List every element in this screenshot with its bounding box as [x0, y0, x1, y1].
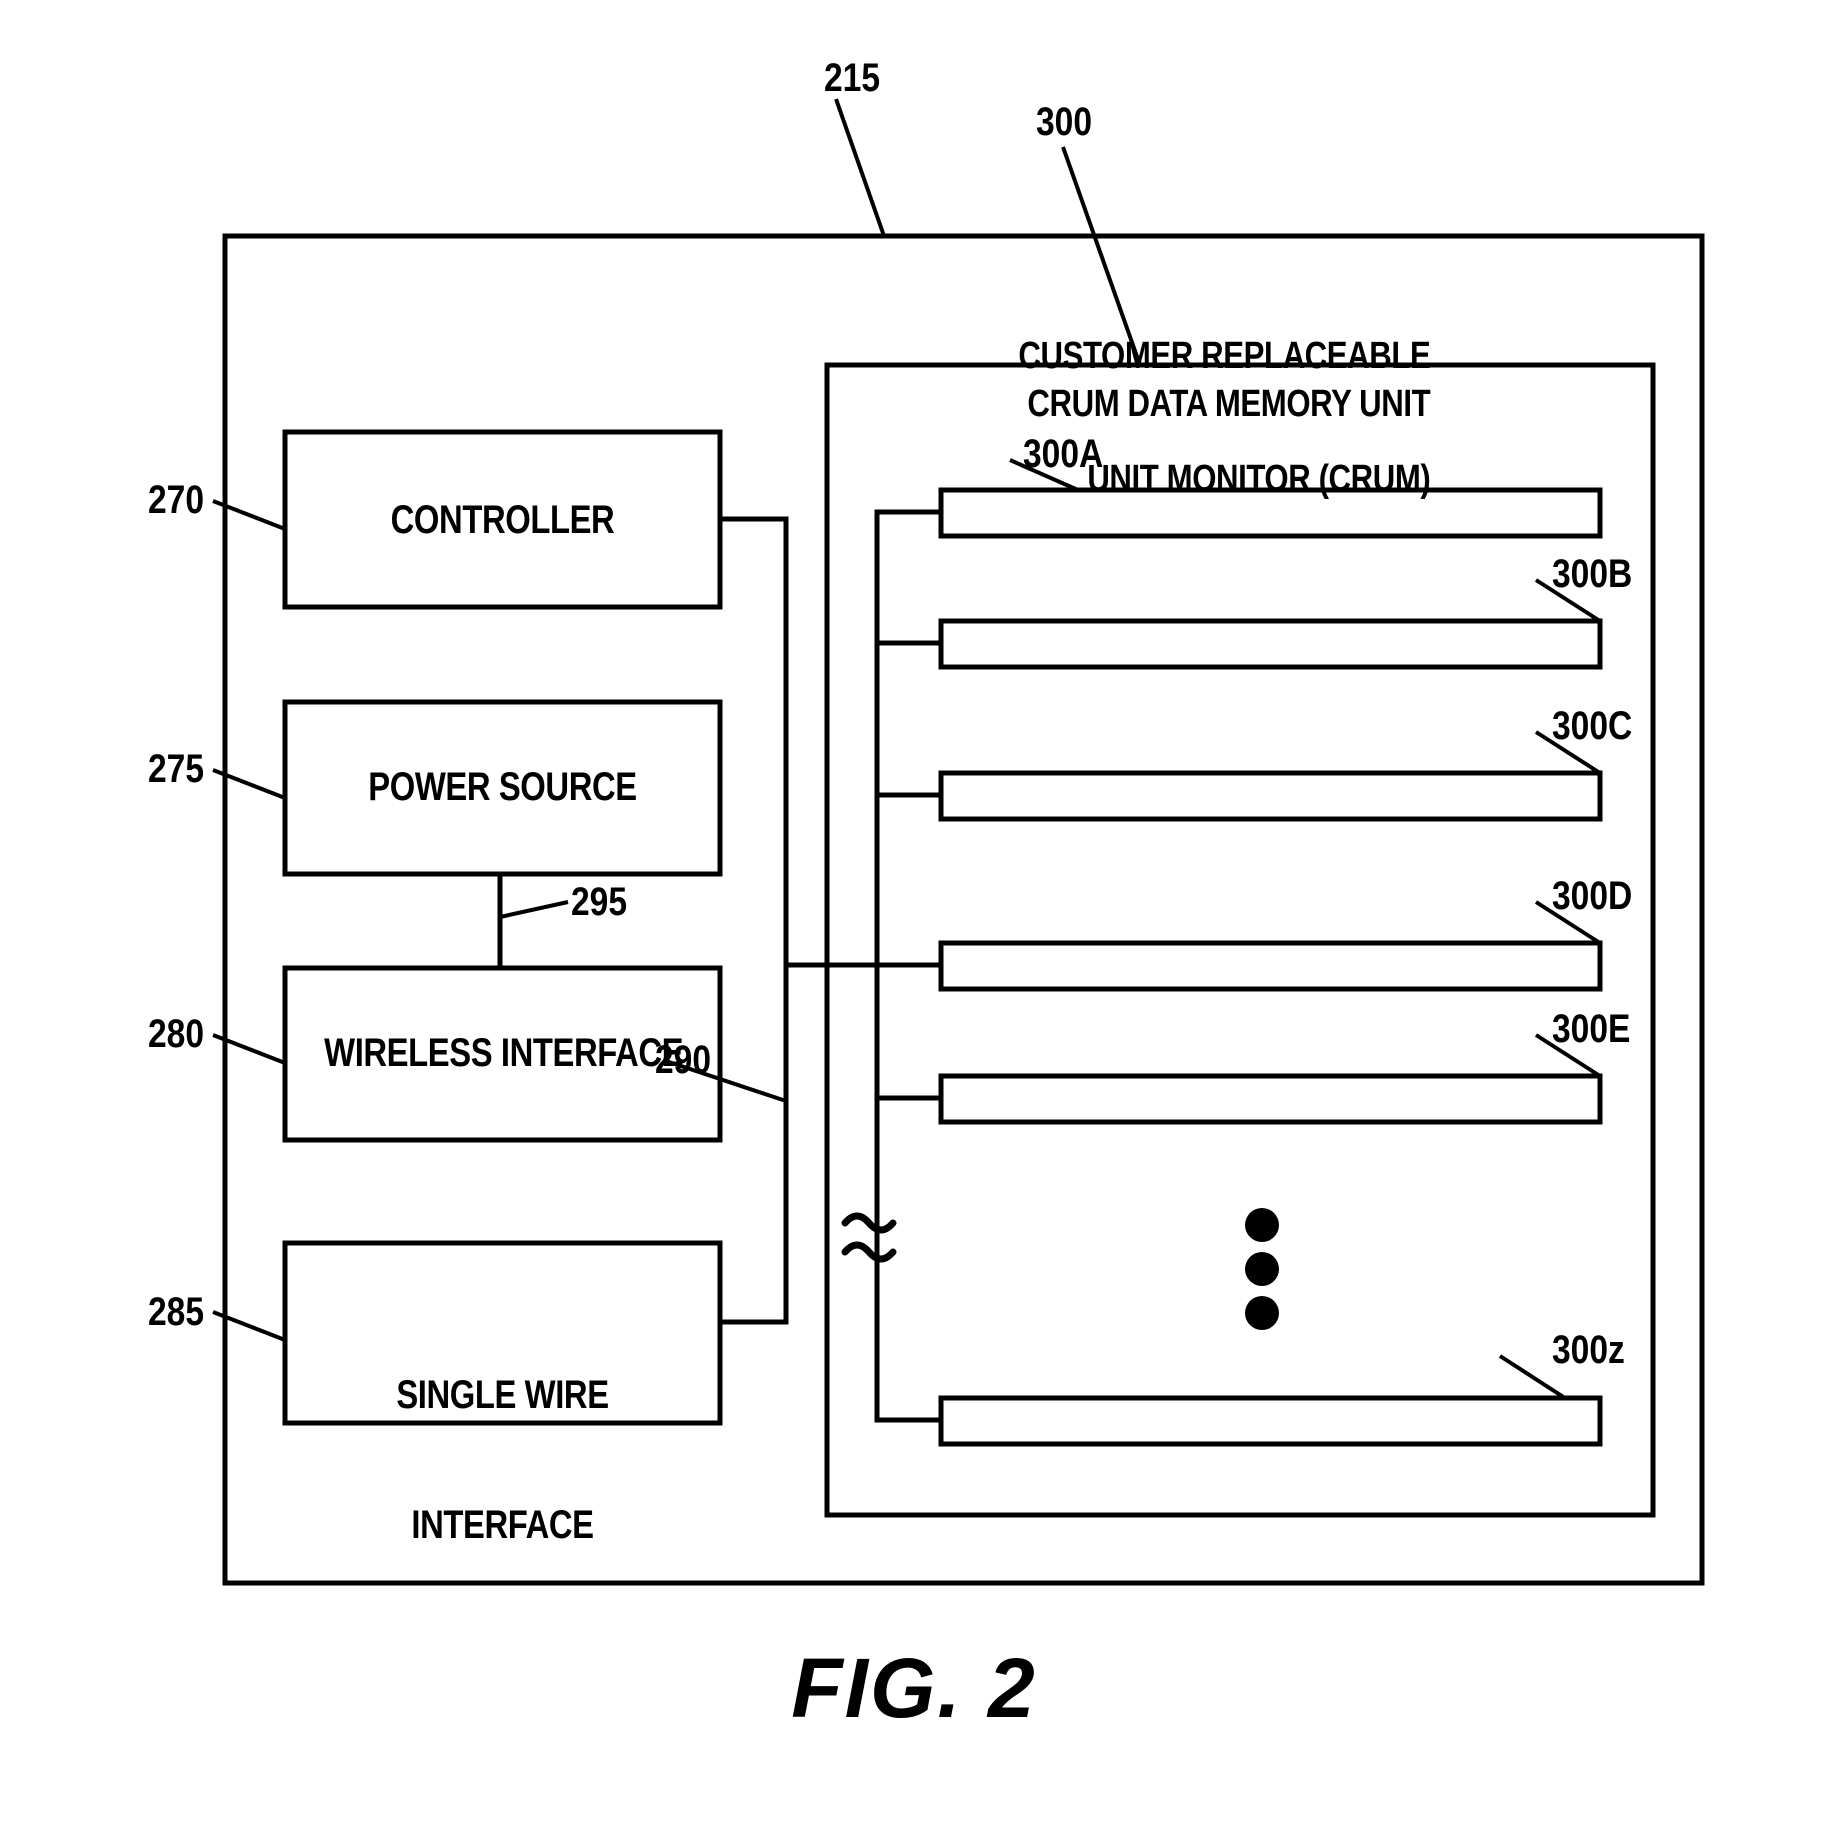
- leader-line-215: [834, 98, 886, 237]
- single-wire-interface-label-line-1: SINGLE WIRE: [396, 1373, 609, 1418]
- ref-300C: 300C: [1552, 704, 1633, 748]
- wireless-interface-label: WIRELESS INTERFACE: [324, 1031, 684, 1075]
- memory-bar-300C: [938, 770, 1603, 822]
- ref-215: 215: [824, 56, 881, 100]
- ref-280: 280: [148, 1012, 205, 1056]
- crum-title-line-1: CUSTOMER REPLACEABLE: [1018, 335, 1430, 378]
- ref-285: 285: [148, 1290, 205, 1334]
- ref-300z: 300z: [1552, 1328, 1625, 1372]
- ref-300D: 300D: [1552, 874, 1633, 918]
- ellipsis-dot-2: [1245, 1252, 1279, 1286]
- memory-bar-300D: [938, 940, 1603, 992]
- figure-caption: FIG. 2: [791, 1641, 1037, 1735]
- ellipsis-dot-1: [1245, 1208, 1279, 1242]
- single-wire-interface-label-line-2: INTERFACE: [411, 1502, 594, 1547]
- controller-label: CONTROLLER: [390, 498, 615, 542]
- ref-300E: 300E: [1552, 1007, 1631, 1051]
- ref-300: 300: [1036, 100, 1093, 144]
- single-wire-interface-label: SINGLE WIRE INTERFACE: [324, 1288, 681, 1634]
- patent-figure-2: CUSTOMER REPLACEABLE UNIT MONITOR (CRUM)…: [0, 0, 1828, 1837]
- memory-bar-300z: [938, 1395, 1603, 1447]
- ref-295: 295: [571, 880, 628, 924]
- controller-bus-branch: [717, 516, 789, 1325]
- ellipsis-dot-3: [1245, 1296, 1279, 1330]
- ref-300B: 300B: [1552, 552, 1633, 596]
- memory-unit-title: CRUM DATA MEMORY UNIT: [1027, 383, 1430, 425]
- ref-275: 275: [148, 747, 205, 791]
- memory-bar-300E: [938, 1073, 1603, 1125]
- ref-270: 270: [148, 478, 205, 522]
- memory-bar-300B: [938, 618, 1603, 670]
- power-source-label: POWER SOURCE: [368, 765, 637, 809]
- ref-290: 290: [655, 1038, 712, 1082]
- ref-300A: 300A: [1023, 432, 1104, 476]
- bus-break-symbol: [841, 1212, 897, 1263]
- leader-line-295: [499, 900, 569, 919]
